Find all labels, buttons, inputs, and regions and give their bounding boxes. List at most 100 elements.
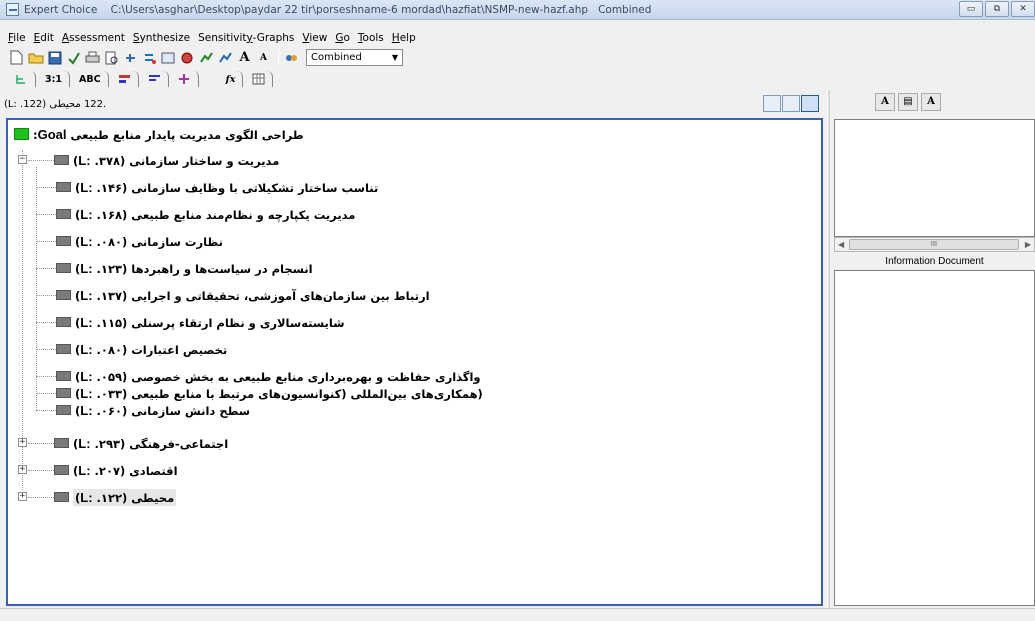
node-marker <box>56 209 71 219</box>
collapse-toggle[interactable]: − <box>18 155 27 164</box>
tree-node[interactable]: اجتماعی-فرهنگی (L: .۲۹۳) <box>54 433 228 453</box>
goal-marker <box>14 128 29 140</box>
menu-synthesize[interactable]: Synthesize <box>129 32 194 44</box>
tab-verbal[interactable]: ABC <box>72 71 109 87</box>
text-style-icon[interactable]: A <box>921 93 941 111</box>
tab-tree-view[interactable] <box>8 71 36 87</box>
format-icon[interactable]: ▤ <box>898 93 918 111</box>
save-icon[interactable] <box>46 49 63 66</box>
node-marker <box>56 236 71 246</box>
tab-numerical[interactable]: 3:1 <box>38 71 71 87</box>
app-name: Expert Choice <box>24 3 98 16</box>
tab-grid[interactable] <box>245 71 274 87</box>
graph-icon[interactable] <box>217 49 234 66</box>
tab-graphical[interactable] <box>111 71 139 87</box>
scroll-right-icon[interactable]: ▶ <box>1025 240 1031 249</box>
menu-edit[interactable]: Edit <box>30 32 58 44</box>
node-marker <box>56 371 71 381</box>
tree-icon <box>16 75 25 84</box>
close-button[interactable]: ✕ <box>1011 1 1035 17</box>
font-decrease-icon[interactable]: A <box>255 49 272 66</box>
tab-formula[interactable]: fx <box>219 71 244 87</box>
node-marker <box>56 290 71 300</box>
node-marker <box>56 405 71 415</box>
main-toolbar: A A Combined ▼ <box>8 47 403 68</box>
tree-node[interactable]: مدیریت یکپارچه و نظام‌مند منابع طبیعی (L… <box>56 204 355 224</box>
tree-connector <box>36 322 56 323</box>
node-marker <box>56 182 71 192</box>
current-node-label: .122 محیطی (L: .122) <box>4 98 107 110</box>
check-icon[interactable] <box>65 49 82 66</box>
tree-connector <box>36 268 56 269</box>
insert-child-icon[interactable] <box>141 49 158 66</box>
menu-sensitivity-graphs[interactable]: Sensitivity-Graphs <box>194 32 298 44</box>
sensitivity-icon[interactable] <box>198 49 215 66</box>
restore-button[interactable]: ⧉ <box>985 1 1009 17</box>
goal-node[interactable]: طراحی الگوی مدیریت پایدار منابع طبیعی Go… <box>14 124 304 144</box>
expand-toggle[interactable]: + <box>18 465 27 474</box>
model-view-icon[interactable] <box>782 95 800 112</box>
tree-node[interactable]: تخصیص اعتبارات (L: .۰۸۰) <box>56 339 227 359</box>
font-increase-icon[interactable]: A <box>236 49 253 66</box>
expand-toggle[interactable]: + <box>18 492 27 501</box>
mode-icon[interactable] <box>283 49 300 66</box>
tab-questionnaire[interactable] <box>141 71 169 87</box>
combined-select-value: Combined <box>311 52 362 63</box>
tree-node[interactable]: تناسب ساختار تشکیلاتی با وظایف سازمانی (… <box>56 177 378 197</box>
menu-assessment[interactable]: Assessment <box>58 32 129 44</box>
information-document-pane[interactable] <box>834 270 1035 606</box>
new-file-icon[interactable] <box>8 49 25 66</box>
tree-node[interactable]: شایسته‌سالاری و نظام ارتقاء پرسنلی (L: .… <box>56 312 345 332</box>
tree-node[interactable]: اقتصادی (L: .۲۰۷) <box>54 460 178 480</box>
tree-node[interactable]: سطح دانش سازمانی (L: .۰۶۰) <box>56 400 250 420</box>
minimize-button[interactable]: ▭ <box>959 1 983 17</box>
tree-node-selected[interactable]: محیطی (L: .۱۲۲) <box>54 487 177 507</box>
tree-connector <box>36 376 56 377</box>
tree-connector <box>36 167 37 410</box>
open-folder-icon[interactable] <box>27 49 44 66</box>
title-bar: Expert Choice C:\Users\asghar\Desktop\pa… <box>0 0 1035 20</box>
tab-ratings[interactable] <box>171 71 199 87</box>
menu-help[interactable]: Help <box>388 32 420 44</box>
scroll-thumb[interactable]: III <box>849 239 1019 250</box>
node-marker <box>54 492 69 502</box>
goal-text: طراحی الگوی مدیریت پایدار منابع طبیعی <box>70 127 304 142</box>
lines-icon <box>148 75 160 81</box>
pane-splitter[interactable] <box>827 90 830 610</box>
status-bar <box>0 608 1035 621</box>
window-title: Expert Choice C:\Users\asghar\Desktop\pa… <box>24 4 651 16</box>
tree-node[interactable]: نظارت سازمانی (L: .۰۸۰) <box>56 231 223 251</box>
window-controls: ▭ ⧉ ✕ <box>957 1 1035 17</box>
tree-connector <box>36 214 56 215</box>
menu-view[interactable]: View <box>298 32 331 44</box>
node-marker <box>56 263 71 273</box>
font-icon[interactable]: A <box>875 93 895 111</box>
ratings-icon <box>178 74 189 84</box>
tree-view-icon[interactable] <box>763 95 781 112</box>
menu-file[interactable]: File <box>4 32 30 44</box>
menu-tools[interactable]: Tools <box>354 32 388 44</box>
tree-connector <box>28 497 54 498</box>
bar-icon <box>118 75 130 83</box>
tree-node[interactable]: مدیریت و ساختار سازمانی (L: .۳۷۸) <box>54 150 279 170</box>
tree-connector <box>28 443 54 444</box>
right-panel-toolbar: A ▤ A <box>875 93 944 111</box>
chart-view-icon[interactable] <box>801 95 819 112</box>
synthesize-icon[interactable] <box>179 49 196 66</box>
tree-connector <box>36 410 56 411</box>
current-node-status: .122 محیطی (L: .122) <box>0 92 827 116</box>
horizontal-scrollbar[interactable]: ◀ III ▶ <box>834 237 1035 252</box>
scroll-left-icon[interactable]: ◀ <box>838 240 844 249</box>
menu-go[interactable]: Go <box>331 32 354 44</box>
print-icon[interactable] <box>84 49 101 66</box>
tree-node[interactable]: ارتباط بین سازمان‌های آموزشی، تحقیقاتی و… <box>56 285 430 305</box>
node-info-pane <box>834 119 1035 237</box>
pairwise-icon[interactable] <box>160 49 177 66</box>
expand-toggle[interactable]: + <box>18 438 27 447</box>
print-preview-icon[interactable] <box>103 49 120 66</box>
tree-connector <box>28 470 54 471</box>
combined-select[interactable]: Combined ▼ <box>306 49 403 66</box>
hierarchy-tree-panel: طراحی الگوی مدیریت پایدار منابع طبیعی Go… <box>6 118 823 606</box>
tree-node[interactable]: انسجام در سیاست‌ها و راهبردها (L: .۱۲۳) <box>56 258 313 278</box>
add-node-icon[interactable] <box>122 49 139 66</box>
